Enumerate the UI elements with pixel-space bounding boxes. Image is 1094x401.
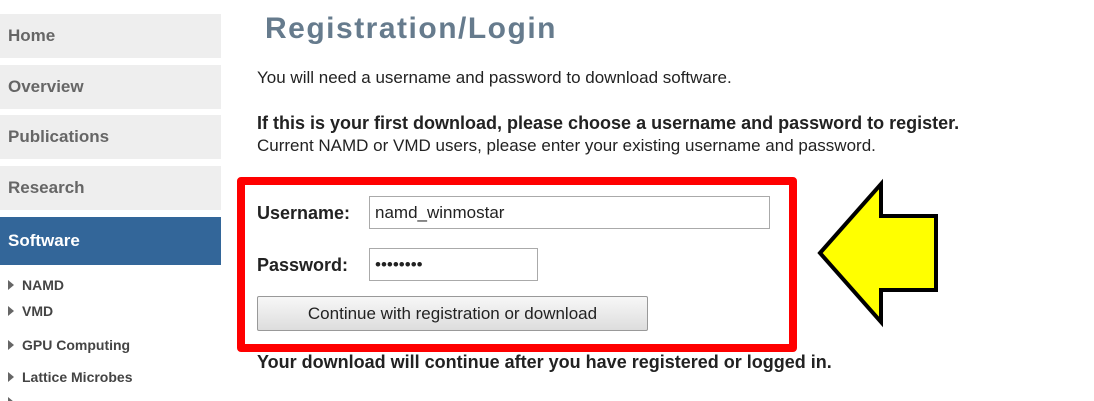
- sidebar-item-research[interactable]: Research: [0, 166, 221, 210]
- sidebar-item-overview[interactable]: Overview: [0, 65, 221, 109]
- sidebar-item-label: Overview: [8, 77, 84, 96]
- intro-text: You will need a username and password to…: [257, 68, 732, 87]
- page-title: Registration/Login: [265, 12, 557, 45]
- sidebar-item-label: Research: [8, 178, 85, 197]
- triangle-right-icon: [8, 340, 14, 351]
- left-arrow-icon: [817, 178, 938, 328]
- subnav-item-vmd[interactable]: VMD: [8, 301, 53, 321]
- existing-users-instructions: Current NAMD or VMD users, please enter …: [257, 136, 876, 155]
- sidebar-item-label: Software: [8, 231, 80, 250]
- subnav-item-lattice-microbes[interactable]: Lattice Microbes: [8, 367, 132, 387]
- sidebar-item-label: Publications: [8, 127, 110, 146]
- subnav-item-label: GPU Computing: [22, 337, 131, 353]
- triangle-right-icon: [8, 280, 14, 291]
- subnav-item-gpu-computing[interactable]: GPU Computing: [8, 335, 130, 355]
- subnav-item-label: VMD: [22, 303, 54, 319]
- highlight-box: [237, 177, 797, 352]
- triangle-right-icon: [8, 306, 14, 317]
- sidebar-item-home[interactable]: Home: [0, 14, 221, 58]
- triangle-right-icon: [8, 397, 14, 401]
- sidebar-item-publications[interactable]: Publications: [0, 115, 221, 159]
- subnav-item-label: NAMD: [22, 277, 64, 293]
- footer-note: Your download will continue after you ha…: [257, 352, 832, 372]
- page: Home Overview Publications Research Soft…: [0, 0, 1094, 401]
- subnav-item-namd[interactable]: NAMD: [8, 275, 64, 295]
- triangle-right-icon: [8, 372, 14, 383]
- sidebar-item-software[interactable]: Software: [0, 217, 221, 265]
- sidebar-item-label: Home: [8, 26, 56, 45]
- first-download-instructions: If this is your first download, please c…: [257, 113, 960, 133]
- subnav-item-label: Lattice Microbes: [22, 369, 133, 385]
- subnav-item-cut-off[interactable]: [8, 392, 22, 401]
